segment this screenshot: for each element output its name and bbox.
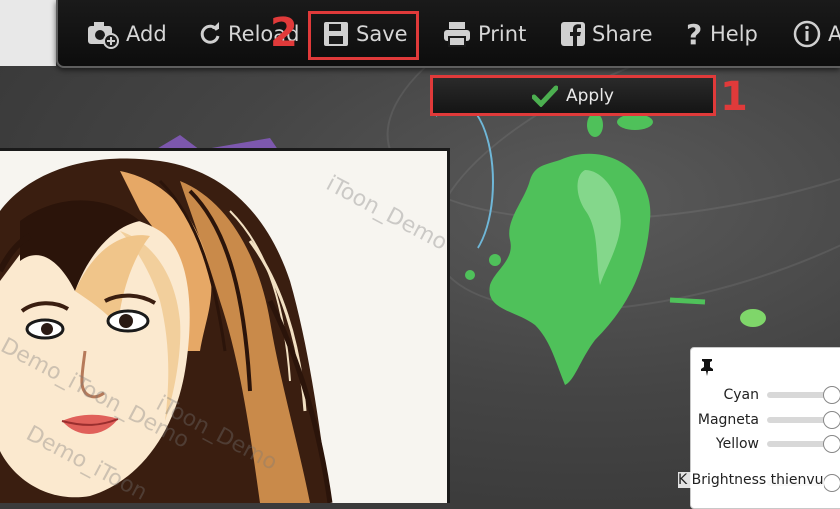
svg-text:?: ? [686, 19, 702, 49]
magenta-slider-row: Magneta [691, 410, 840, 430]
printer-icon [444, 22, 470, 47]
add-label: Add [126, 22, 167, 46]
brightness-slider-knob[interactable] [823, 474, 840, 492]
yellow-slider-knob[interactable] [823, 435, 840, 453]
cyan-slider[interactable] [767, 386, 840, 404]
share-button[interactable]: Share [560, 14, 653, 54]
share-label: Share [592, 22, 653, 46]
print-button[interactable]: Print [442, 14, 526, 54]
camera-plus-icon [88, 22, 119, 49]
help-label: Help [710, 22, 758, 46]
brightness-caption: K Brightness thienvu [678, 472, 824, 488]
about-button[interactable]: A [792, 14, 840, 54]
toolbar: Add Reload Save Print Share ? Help A [56, 0, 840, 68]
help-button[interactable]: ? Help [684, 14, 758, 54]
window-corner [0, 0, 56, 66]
question-icon: ? [686, 19, 702, 49]
magenta-slider-knob[interactable] [823, 411, 840, 429]
magenta-label: Magneta [697, 412, 759, 428]
yellow-slider[interactable] [767, 435, 840, 453]
info-icon [793, 20, 821, 48]
step-one-marker: 1 [720, 74, 748, 120]
yellow-slider-row: Yellow [691, 434, 840, 454]
reload-icon [200, 22, 220, 44]
apply-highlight-box [430, 75, 716, 116]
save-highlight-box [308, 11, 419, 60]
cyan-slider-row: Cyan [691, 385, 840, 405]
cartoon-photo: Demo_iToon_Demo iToon_Demo Demo_iToon iT… [0, 148, 450, 503]
cyan-label: Cyan [723, 387, 759, 403]
yellow-label: Yellow [715, 436, 759, 452]
step-two-marker: 2 [270, 10, 298, 56]
print-label: Print [478, 22, 527, 46]
magenta-slider[interactable] [767, 411, 840, 429]
facebook-icon [561, 22, 585, 46]
cyan-slider-knob[interactable] [823, 386, 840, 404]
add-button[interactable]: Add [86, 14, 167, 54]
pin-icon[interactable] [699, 358, 715, 376]
about-label: A [828, 22, 840, 46]
